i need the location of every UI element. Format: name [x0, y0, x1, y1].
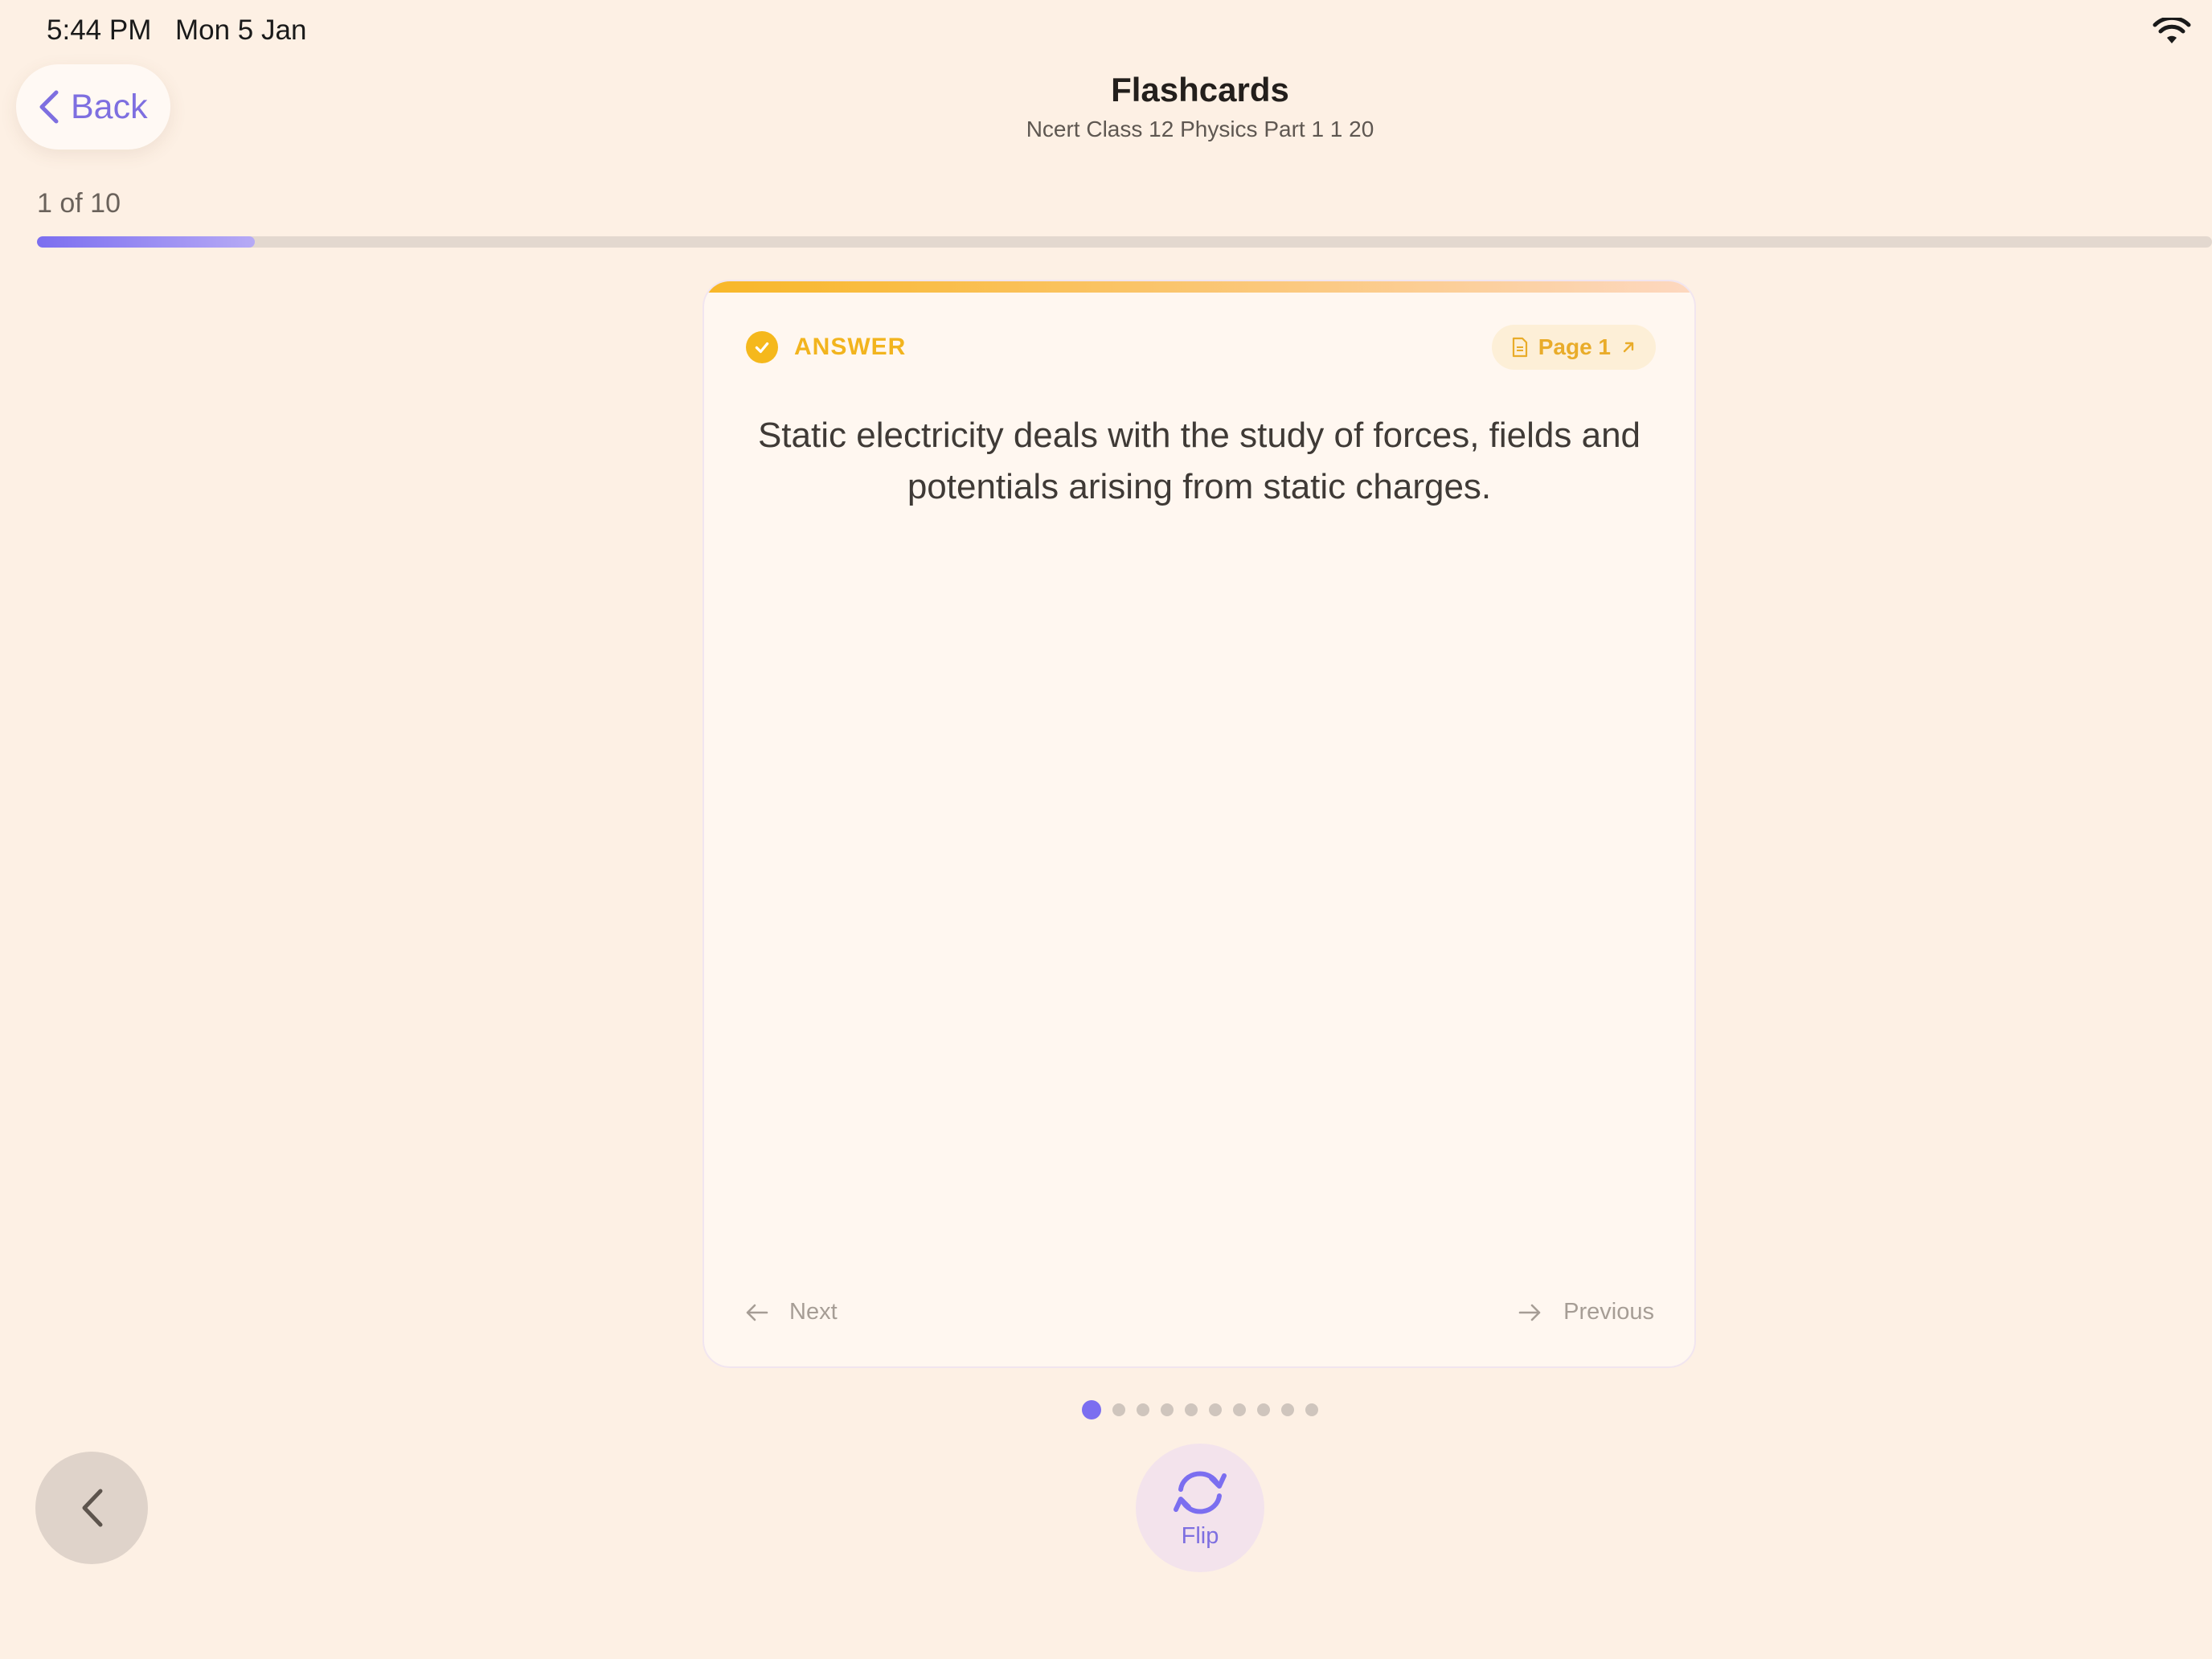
wifi-icon: [2153, 18, 2191, 43]
status-time: 5:44 PM: [47, 14, 152, 46]
flashcard[interactable]: ANSWER Page 1 Static electricity deals w…: [703, 280, 1696, 1368]
card-answer-text: Static electricity deals with the study …: [757, 416, 1641, 506]
pagination-dot[interactable]: [1209, 1403, 1222, 1416]
external-arrow-icon: [1623, 342, 1634, 353]
arrow-left-icon: [746, 1304, 768, 1321]
arrow-right-icon: [1518, 1304, 1541, 1321]
pagination-dot-active[interactable]: [1082, 1400, 1101, 1419]
pagination-dots: [0, 1400, 2212, 1419]
pagination-dot[interactable]: [1185, 1403, 1198, 1416]
flip-label: Flip: [1181, 1522, 1219, 1549]
pagination-dot[interactable]: [1137, 1403, 1149, 1416]
next-label: Next: [789, 1299, 838, 1325]
chevron-left-icon: [82, 1489, 103, 1527]
pagination-dot[interactable]: [1257, 1403, 1270, 1416]
status-date: Mon 5 Jan: [175, 14, 307, 46]
refresh-icon: [1174, 1470, 1227, 1514]
next-button[interactable]: Next: [744, 1299, 838, 1325]
card-counter: 1 of 10: [37, 188, 121, 219]
progress-bar: [37, 236, 2212, 248]
page-chip-label: Page 1: [1538, 334, 1611, 359]
answer-badge: ANSWER: [746, 331, 906, 363]
pagination-dot[interactable]: [1305, 1403, 1318, 1416]
answer-label: ANSWER: [794, 334, 907, 360]
flip-button[interactable]: Flip: [1136, 1444, 1264, 1572]
page-title: Flashcards: [1111, 71, 1289, 109]
pagination-dot[interactable]: [1281, 1403, 1294, 1416]
progress-fill: [37, 236, 255, 248]
pagination-dot[interactable]: [1161, 1403, 1174, 1416]
previous-button[interactable]: Previous: [1518, 1299, 1654, 1325]
check-icon: [746, 331, 778, 363]
flashcards-screen: 5:44 PM Mon 5 Jan Back Flashcards Ncert …: [0, 0, 2212, 1659]
page-subtitle: Ncert Class 12 Physics Part 1 1 20: [1026, 117, 1374, 141]
document-icon: [1512, 337, 1527, 358]
page-reference-button[interactable]: Page 1: [1491, 325, 1656, 370]
pagination-dot[interactable]: [1112, 1403, 1125, 1416]
pagination-dot[interactable]: [1233, 1403, 1246, 1416]
previous-card-button[interactable]: [35, 1452, 148, 1564]
card-accent-bar: [704, 281, 1694, 293]
previous-label: Previous: [1563, 1299, 1654, 1325]
